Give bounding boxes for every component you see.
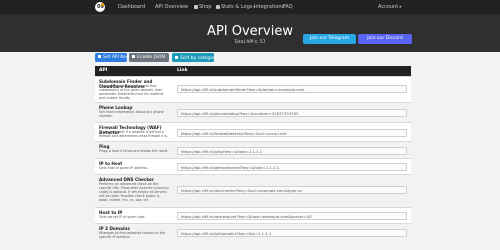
api-link-field[interactable]: https://api.c99.nl/ip2domains?key=&ip=1.… xyxy=(177,229,407,237)
api-description: Performs an advanced scan to find subdom… xyxy=(99,84,164,100)
key-icon xyxy=(98,55,101,58)
enable-json-button[interactable]: Enable JSON xyxy=(129,53,169,62)
table-header: API Link xyxy=(95,66,411,76)
api-description: Gets server IP of given host. xyxy=(99,215,146,219)
api-link-field[interactable]: https://api.c99.nl/gethostname?key=&host… xyxy=(177,163,407,171)
table-row: IP 2 Domains Attempts to find websites h… xyxy=(95,223,411,250)
code-icon xyxy=(132,55,135,58)
chevron-down-icon: ▾ xyxy=(218,55,221,60)
table-row: Subdomain Finder and Cloudflare Resolver… xyxy=(95,76,411,102)
column-header-api: API xyxy=(99,68,108,73)
nav-link-faq[interactable]: FAQ xyxy=(283,3,293,11)
join-discord-button[interactable]: Join our Discord xyxy=(358,34,412,44)
table-row: Advanced DNS Checker Performs an advance… xyxy=(95,174,411,207)
api-description: Get more information about any phone num… xyxy=(99,110,164,118)
table-row: Firewall Technology (WAF) Detector Scans… xyxy=(95,122,411,141)
sort-icon xyxy=(175,56,178,59)
table-row: Ping Pings a host 4 times and shows the … xyxy=(95,141,411,158)
api-table: API Link Subdomain Finder and Cloudflare… xyxy=(95,66,411,250)
api-description: Pings a host 4 times and shows the resul… xyxy=(99,149,169,153)
sort-by-category-button[interactable]: Sort by category▾ xyxy=(172,53,221,62)
column-header-link: Link xyxy=(177,68,188,73)
site-logo[interactable]: 09 xyxy=(95,2,105,12)
hero-banner: API Overview Total API's: 57 xyxy=(0,14,500,52)
api-description: Attempts to find websites hosted on the … xyxy=(99,231,166,239)
api-link-field[interactable]: https://api.c99.nl/dnschecker?key=&url=e… xyxy=(177,186,407,194)
set-api-key-label: Set API Key xyxy=(103,55,129,60)
api-link-field[interactable]: https://api.c99.nl/dnsresolver?key=&host… xyxy=(177,212,407,220)
logo-dot-icon xyxy=(101,3,104,6)
join-telegram-button[interactable]: Join our Telegram xyxy=(303,34,356,44)
table-row: Host to IP Gets server IP of given host.… xyxy=(95,207,411,223)
nav-link-dashboard[interactable]: Dashboard xyxy=(118,3,145,11)
api-link-field[interactable]: https://api.c99.nl/phonelookup?key=&numb… xyxy=(177,109,407,117)
chevron-down-icon: ▾ xyxy=(399,4,402,9)
account-label: Account xyxy=(378,4,399,10)
nav-link-stats-label: Stats & Logs xyxy=(221,4,253,10)
set-api-key-button[interactable]: Set API Key xyxy=(95,53,129,62)
shop-icon xyxy=(194,4,198,9)
table-row: IP to Host Gets host of given IP address… xyxy=(95,158,411,174)
api-link-field[interactable]: https://api.c99.nl/ping?key=&host=1.1.1.… xyxy=(177,147,407,155)
nav-link-shop[interactable]: Shop xyxy=(194,3,212,11)
page-title: API Overview xyxy=(207,24,293,39)
sort-label: Sort by category xyxy=(180,56,218,61)
api-description: Scans to detect if a website is behind a… xyxy=(99,130,169,138)
api-count: Total API's: 57 xyxy=(234,40,266,45)
api-description: Gets host of given IP address. xyxy=(99,166,149,170)
nav-link-api-overview[interactable]: API Overview xyxy=(155,3,188,11)
api-link-field[interactable]: https://api.c99.nl/firewalldetector?key=… xyxy=(177,129,407,137)
api-link-field[interactable]: https://api.c99.nl/subdomainfinder?key=&… xyxy=(177,85,407,93)
stats-icon xyxy=(216,4,220,9)
account-menu[interactable]: Account▾ xyxy=(378,3,401,11)
top-navbar: 09 Dashboard API Overview Shop Stats & L… xyxy=(0,0,500,14)
table-row: Phone Lookup Get more information about … xyxy=(95,102,411,122)
nav-link-shop-label: Shop xyxy=(199,4,212,10)
nav-link-stats-logs[interactable]: Stats & Logs▾ xyxy=(216,3,255,11)
api-description: Performs an advanced check on the specif… xyxy=(99,182,170,202)
enable-json-label: Enable JSON xyxy=(137,55,165,60)
nav-link-integrations[interactable]: Integrations xyxy=(254,3,284,11)
